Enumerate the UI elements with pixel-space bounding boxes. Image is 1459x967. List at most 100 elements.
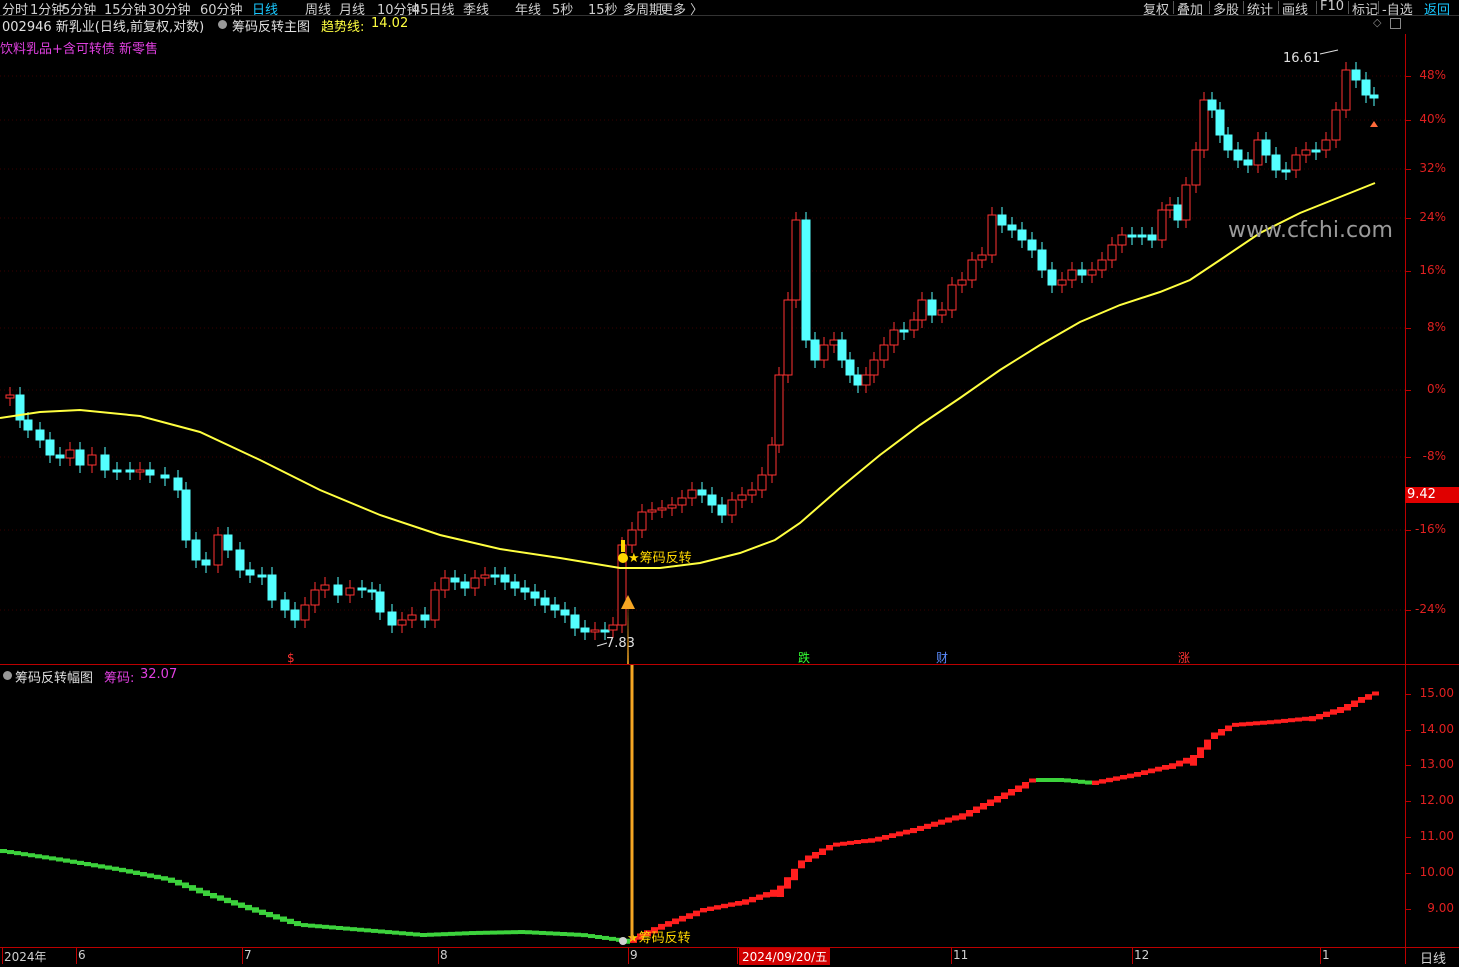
period-label[interactable]: 日线	[1405, 947, 1459, 967]
diamond-icon[interactable]: ◇	[1373, 16, 1381, 29]
chip-bar	[735, 901, 742, 906]
chip-bar	[1232, 722, 1239, 727]
chip-bar	[917, 825, 924, 831]
candle-body	[647, 509, 657, 513]
chip-bar	[448, 931, 455, 936]
watermark: www.cfchi.com	[1228, 218, 1393, 243]
candle-body	[1331, 109, 1341, 141]
candle-body	[300, 604, 310, 621]
chip-bar	[588, 934, 595, 939]
candle-body	[257, 574, 267, 578]
candle-body	[810, 339, 820, 361]
chip-bar	[1176, 760, 1183, 767]
candle-body	[757, 474, 767, 491]
candle-body	[687, 489, 697, 499]
candle-body	[997, 214, 1007, 226]
candle-body	[1361, 79, 1371, 96]
chip-bar	[847, 840, 854, 845]
chip-bar	[518, 930, 525, 935]
toolbar-separator	[1316, 1, 1317, 14]
event-marker-1[interactable]: 跌	[798, 650, 810, 665]
chip-bar	[1190, 755, 1197, 766]
maximize-icon[interactable]	[1390, 18, 1401, 29]
candle-body	[1351, 69, 1361, 81]
chip-bar	[539, 930, 546, 935]
chip-bar	[196, 887, 203, 894]
candle-body	[1173, 204, 1183, 221]
chip-reversal-subchart[interactable]: ★筹码反转	[0, 665, 1405, 947]
chip-bar	[567, 932, 574, 937]
date-label-7: 12	[1134, 948, 1150, 962]
chip-bar	[784, 877, 791, 889]
stock-code-name: 002946 新乳业(日线,前复权,对数)	[2, 20, 205, 35]
chip-bar	[252, 907, 259, 913]
candle-body	[223, 534, 233, 551]
axis-label-8: -16%	[1414, 522, 1446, 536]
chip-bar	[462, 931, 469, 936]
chip-bar	[385, 930, 392, 935]
chip-bar	[77, 860, 84, 865]
event-marker-0[interactable]: $	[287, 651, 295, 665]
date-tick	[438, 948, 439, 964]
candle-body	[440, 577, 450, 591]
candle-body	[1127, 234, 1137, 238]
chip-bar	[777, 885, 784, 897]
date-tick	[76, 948, 77, 964]
candle-body	[917, 299, 927, 321]
axis-label-1: 40%	[1419, 112, 1446, 126]
candle-body	[1281, 169, 1291, 173]
price-percent-axis: 48% 40% 32% 24% 16% 8% 0% -8% -16% -24%	[1405, 34, 1459, 665]
chip-bar	[1218, 729, 1225, 736]
chip-bar	[791, 868, 798, 881]
sub-signal-dot	[619, 937, 627, 945]
chip-bar	[259, 909, 266, 915]
chip-bar	[427, 932, 434, 937]
candlestick-chart[interactable]: www.cfchi.com 16.61 7.83 ★筹码反转 $ 跌 财 涨	[0, 34, 1405, 665]
candle-body	[837, 339, 847, 361]
chip-bar	[602, 935, 609, 940]
candle-body	[861, 374, 871, 386]
candle-body	[899, 329, 909, 333]
chip-bar	[1071, 779, 1078, 784]
chip-bar	[1141, 770, 1148, 775]
candle-body	[1311, 149, 1321, 153]
sub-axis-tick	[1406, 837, 1411, 838]
chip-bar	[1120, 775, 1127, 780]
date-label-0: 2024年	[4, 950, 47, 964]
chip-bar	[1148, 768, 1155, 774]
chip-bar	[728, 902, 735, 907]
toolbar-action-8[interactable]: 返回	[1424, 0, 1450, 18]
candle-body	[480, 574, 490, 579]
candle-body	[135, 469, 145, 473]
trend-line-label: 趋势线:	[321, 20, 365, 35]
chip-bar	[819, 848, 826, 855]
toolbar-action-5[interactable]: F10	[1320, 0, 1344, 14]
chip-bar	[581, 933, 588, 938]
candle-body	[460, 581, 470, 589]
chip-bar	[679, 915, 686, 922]
candle-body	[637, 511, 647, 531]
chip-bar	[700, 908, 707, 913]
chip-bar	[833, 842, 840, 847]
event-marker-3[interactable]: 涨	[1178, 650, 1190, 665]
trend-line	[0, 182, 1376, 569]
chip-bar	[154, 874, 161, 880]
chip-bar	[308, 923, 315, 928]
chip-bar	[280, 916, 287, 922]
chip-bar	[119, 867, 126, 873]
date-tick	[951, 948, 952, 964]
candle-body	[235, 549, 245, 571]
candle-body	[1215, 109, 1225, 136]
candle-body	[181, 489, 191, 541]
candle-body	[1243, 159, 1253, 166]
candle-body	[767, 444, 777, 476]
event-marker-2[interactable]: 财	[936, 651, 948, 665]
candle-body	[510, 581, 520, 589]
chip-bar	[168, 877, 175, 883]
indicator-options-icon[interactable]	[218, 20, 227, 29]
chip-bar	[1043, 778, 1050, 782]
chip-bar	[406, 931, 413, 936]
candle-body	[23, 419, 33, 431]
chip-bar	[42, 855, 49, 860]
chip-bar	[1134, 772, 1141, 777]
